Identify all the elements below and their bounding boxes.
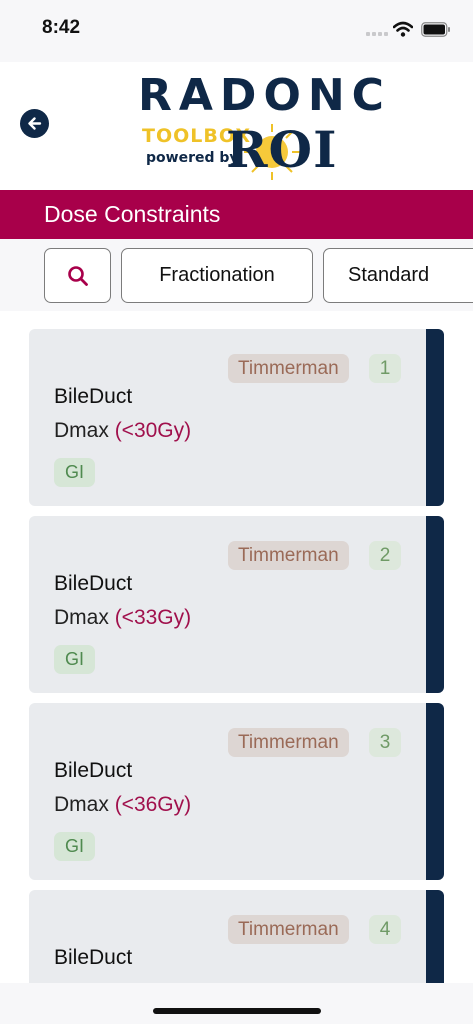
constraint-metric: Dmax (<33Gy)	[54, 606, 191, 630]
app-header: RADONC TOOLBOX powered by ROI	[0, 62, 473, 190]
status-bar: 8:42	[0, 0, 473, 62]
back-arrow-icon	[28, 117, 42, 130]
metric-limit: (<33Gy)	[114, 606, 192, 629]
card-accent-bar	[426, 516, 444, 693]
search-icon	[67, 265, 88, 286]
app-logo: RADONC TOOLBOX powered by ROI	[138, 70, 384, 182]
card-accent-bar	[426, 329, 444, 506]
app-screen: 8:42 RADONC TOOLBOX powered by ROI Dose …	[0, 0, 473, 1024]
structure-name: BileDuct	[54, 946, 133, 969]
metric-name: Dmax	[54, 419, 109, 442]
organ-system-tag: GI	[54, 458, 96, 487]
source-badge: Timmerman	[228, 354, 349, 383]
structure-name: BileDuct	[54, 385, 133, 408]
constraint-metric: Dmax (<36Gy)	[54, 793, 191, 817]
standard-filter-button[interactable]: Standard	[323, 248, 473, 303]
constraint-card[interactable]: Timmerman 4 BileDuct	[29, 890, 444, 983]
metric-limit: (<30Gy)	[114, 419, 192, 442]
structure-name: BileDuct	[54, 572, 133, 595]
metric-name: Dmax	[54, 606, 109, 629]
constraint-card[interactable]: Timmerman 2 BileDuct Dmax (<33Gy) GI	[29, 516, 444, 693]
back-button[interactable]	[20, 109, 49, 138]
status-time: 8:42	[42, 17, 81, 38]
constraint-metric: Dmax (<30Gy)	[54, 419, 191, 443]
count-badge: 1	[369, 354, 401, 383]
logo-radonc-text: RADONC	[138, 70, 391, 121]
source-badge: Timmerman	[228, 541, 349, 570]
search-button[interactable]	[44, 248, 111, 303]
home-indicator[interactable]	[153, 1008, 321, 1014]
constraint-card[interactable]: Timmerman 3 BileDuct Dmax (<36Gy) GI	[29, 703, 444, 880]
fractionation-filter-button[interactable]: Fractionation	[121, 248, 313, 303]
metric-name: Dmax	[54, 793, 109, 816]
wifi-icon	[393, 21, 413, 37]
structure-name: BileDuct	[54, 759, 133, 782]
constraint-list: Timmerman 1 BileDuct Dmax (<30Gy) GI Tim…	[0, 311, 473, 983]
home-area	[0, 983, 473, 1024]
page-title: Dose Constraints	[44, 201, 221, 227]
source-badge: Timmerman	[228, 915, 349, 944]
filter-row: Fractionation Standard	[0, 239, 473, 311]
count-badge: 3	[369, 728, 401, 757]
card-accent-bar	[426, 703, 444, 880]
card-accent-bar	[426, 890, 444, 983]
logo-roi-text: ROI	[226, 120, 338, 179]
count-badge: 4	[369, 915, 401, 944]
constraint-card[interactable]: Timmerman 1 BileDuct Dmax (<30Gy) GI	[29, 329, 444, 506]
signal-icon	[366, 32, 388, 37]
count-badge: 2	[369, 541, 401, 570]
organ-system-tag: GI	[54, 832, 96, 861]
logo-powered-by-text: powered by	[146, 150, 239, 166]
metric-limit: (<36Gy)	[114, 793, 192, 816]
battery-icon	[421, 22, 450, 37]
organ-system-tag: GI	[54, 645, 96, 674]
title-bar: Dose Constraints	[0, 190, 473, 239]
source-badge: Timmerman	[228, 728, 349, 757]
